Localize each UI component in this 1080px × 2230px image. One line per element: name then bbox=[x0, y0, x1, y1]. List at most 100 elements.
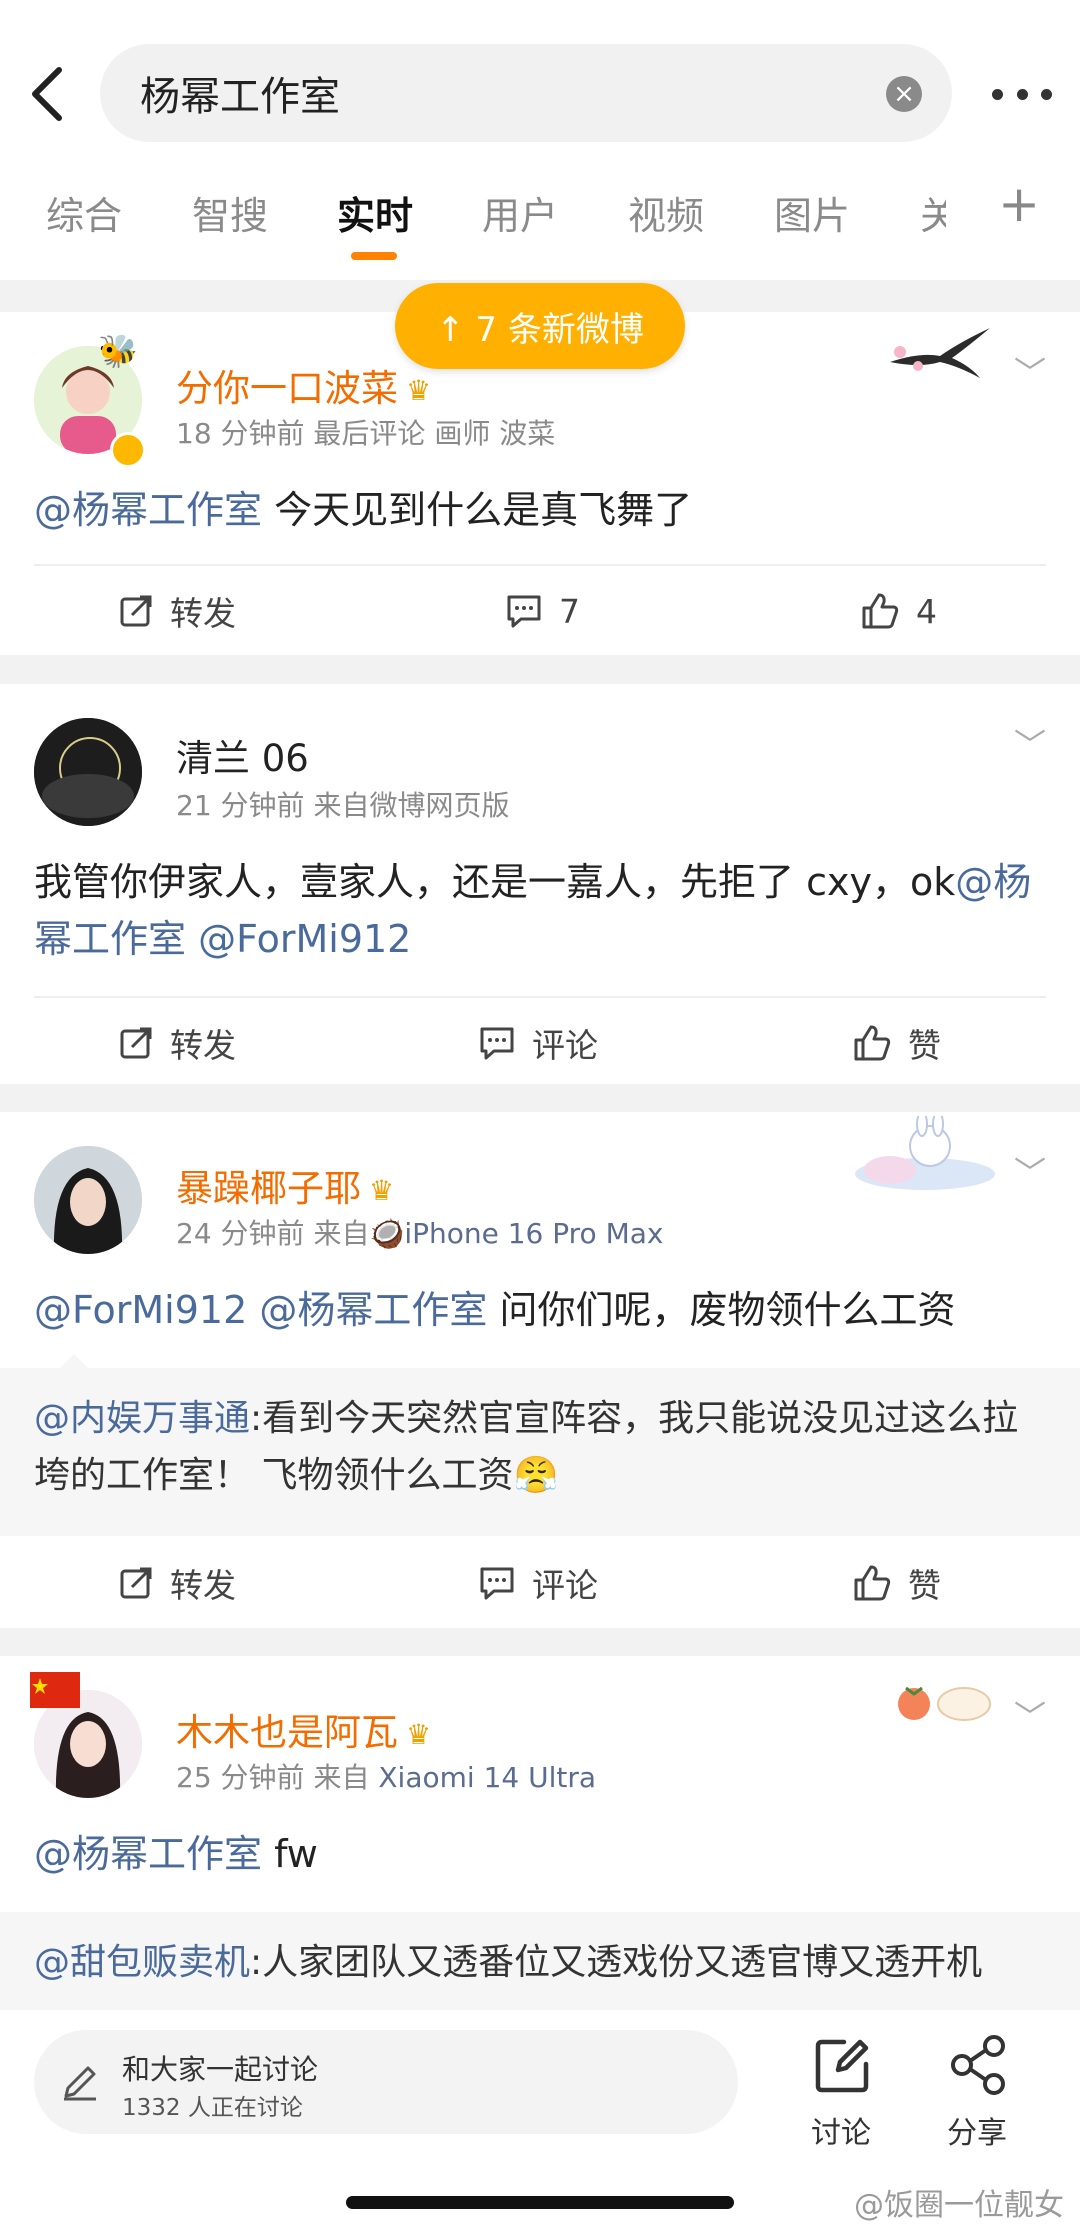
post-meta: 25 分钟前 来自 Xiaomi 14 Ultra bbox=[176, 1756, 596, 1796]
post-text: 我管你伊家人，壹家人，还是一嘉人，先拒了 cxy，ok@杨幂工作室 @ForMi… bbox=[34, 854, 1044, 968]
repost-label: 转发 bbox=[170, 1566, 236, 1605]
repost-button[interactable]: 转发 bbox=[118, 1538, 236, 1628]
mention-link[interactable]: @甜包贩卖机 bbox=[34, 1942, 250, 1983]
search-query: 杨幂工作室 bbox=[140, 74, 340, 120]
discuss-button[interactable]: 讨论 bbox=[786, 2030, 896, 2151]
like-count: 4 bbox=[916, 591, 937, 631]
quoted-post[interactable]: @甜包贩卖机:人家团队又透番位又透戏份又透官博又透开机 bbox=[0, 1912, 1080, 2016]
like-icon bbox=[854, 1025, 891, 1061]
coconut-icon: 🥥 bbox=[369, 1217, 405, 1250]
tab-bar: 综合 智搜 实时 用户 视频 图片 关 + bbox=[0, 175, 1080, 265]
comment-count: 7 bbox=[559, 591, 580, 631]
quoted-text: @甜包贩卖机:人家团队又透番位又透戏份又透官博又透开机 bbox=[34, 1934, 1044, 1991]
post-card: 清兰 06 21 分钟前 来自微博网页版 ﹀ 我管你伊家人，壹家人，还是一嘉人，… bbox=[0, 684, 1080, 1084]
repost-icon bbox=[120, 595, 152, 627]
search-input[interactable]: 杨幂工作室 × bbox=[100, 44, 952, 142]
tab-comprehensive[interactable]: 综合 bbox=[46, 185, 122, 240]
add-tab-icon[interactable]: + bbox=[998, 175, 1040, 233]
user-name-text: 分你一口波菜 bbox=[176, 367, 398, 410]
post-body: 问你们呢，废物领什么工资 bbox=[487, 1288, 956, 1332]
discuss-label: 讨论 bbox=[811, 2116, 871, 2151]
compose-icon bbox=[815, 2039, 869, 2093]
mention-link[interactable]: @ForMi912 bbox=[198, 917, 411, 961]
post-text: @杨幂工作室 今天见到什么是真飞舞了 bbox=[34, 482, 1044, 539]
comment-label: 评论 bbox=[532, 1026, 598, 1065]
share-label: 分享 bbox=[947, 2116, 1007, 2151]
swallow-decoration-icon bbox=[880, 322, 1000, 382]
post-time: 24 分钟前 bbox=[176, 1217, 305, 1250]
mention-link[interactable]: @杨幂工作室 bbox=[259, 1288, 487, 1332]
vip-crown-icon: ♛ bbox=[406, 374, 432, 407]
post-source[interactable]: Xiaomi 14 Ultra bbox=[378, 1761, 596, 1794]
user-name[interactable]: 暴躁椰子耶 ♛ bbox=[176, 1158, 394, 1212]
like-button[interactable]: 4 bbox=[860, 566, 937, 656]
like-icon bbox=[854, 1565, 891, 1601]
user-name[interactable]: 分你一口波菜 ♛ bbox=[176, 358, 431, 412]
discussion-composer[interactable]: 和大家一起讨论 1332 人正在讨论 bbox=[34, 2030, 738, 2134]
mention-link[interactable]: @内娱万事通 bbox=[34, 1398, 250, 1439]
post-meta: 18 分钟前 最后评论 画师 波菜 bbox=[176, 417, 556, 450]
vip-crown-icon: ♛ bbox=[406, 1718, 432, 1751]
comment-button[interactable]: 评论 bbox=[478, 1538, 598, 1628]
action-bar: 转发 7 4 bbox=[0, 566, 1080, 656]
like-button[interactable]: 赞 bbox=[852, 998, 941, 1088]
bee-icon: 🐝 bbox=[98, 332, 138, 370]
post-meta: 24 分钟前 来自🥥iPhone 16 Pro Max bbox=[176, 1212, 663, 1252]
tab-videos[interactable]: 视频 bbox=[628, 185, 704, 240]
repost-button[interactable]: 转发 bbox=[118, 566, 236, 656]
verified-badge bbox=[110, 432, 146, 468]
comment-button[interactable]: 7 bbox=[505, 566, 580, 656]
back-icon[interactable] bbox=[22, 62, 70, 126]
repost-icon bbox=[120, 1567, 152, 1599]
composer-title: 和大家一起讨论 bbox=[122, 2053, 319, 2086]
tab-images[interactable]: 图片 bbox=[774, 185, 850, 240]
post-meta: 21 分钟前 来自微博网页版 bbox=[176, 784, 509, 824]
more-icon[interactable] bbox=[992, 82, 1052, 106]
share-button[interactable]: 分享 bbox=[922, 2030, 1032, 2151]
post-source-prefix: 来自 bbox=[313, 1761, 370, 1794]
post-body: fw bbox=[262, 1832, 318, 1876]
quoted-body: :人家团队又透番位又透戏份又透官博又透开机 bbox=[250, 1942, 983, 1983]
post-time: 21 分钟前 bbox=[176, 789, 305, 822]
quoted-post[interactable]: @内娱万事通:看到今天突然官宣阵容，我只能说没见过这么拉垮的工作室！ 飞物领什么… bbox=[0, 1354, 1080, 1536]
mention-link[interactable]: @ForMi912 bbox=[34, 1288, 247, 1332]
share-icon bbox=[951, 2035, 1005, 2095]
repost-button[interactable]: 转发 bbox=[118, 998, 236, 1088]
top-bar: 杨幂工作室 × 综合 智搜 实时 用户 视频 图片 关 + bbox=[0, 0, 1080, 280]
emoji-icon: 😤 bbox=[513, 1455, 559, 1496]
like-button[interactable]: 赞 bbox=[852, 1538, 941, 1628]
tab-follow[interactable]: 关 bbox=[920, 185, 946, 240]
post-source: 来自微博网页版 bbox=[313, 789, 510, 822]
pencil-icon bbox=[64, 2066, 96, 2101]
comment-button[interactable]: 评论 bbox=[478, 998, 598, 1088]
avatar[interactable] bbox=[34, 1146, 142, 1254]
chevron-down-icon[interactable]: ﹀ bbox=[1014, 1148, 1046, 1194]
tab-users[interactable]: 用户 bbox=[482, 185, 558, 240]
repost-label: 转发 bbox=[170, 594, 236, 633]
user-name[interactable]: 清兰 06 bbox=[176, 728, 309, 782]
vip-crown-icon: ♛ bbox=[369, 1174, 395, 1207]
post-card: 木木也是阿瓦 ♛ 25 分钟前 来自 Xiaomi 14 Ultra ﹀ @杨幂工… bbox=[0, 1656, 1080, 2016]
repost-label: 转发 bbox=[170, 1026, 236, 1065]
comment-icon bbox=[480, 1027, 514, 1060]
tab-smart-search[interactable]: 智搜 bbox=[192, 185, 268, 240]
new-posts-button[interactable]: ↑ 7 条新微博 bbox=[395, 283, 685, 369]
post-source[interactable]: iPhone 16 Pro Max bbox=[404, 1217, 663, 1250]
mention-link[interactable]: @杨幂工作室 bbox=[34, 488, 262, 532]
composer-subtitle: 1332 人正在讨论 bbox=[122, 2095, 303, 2121]
post-time: 25 分钟前 bbox=[176, 1761, 305, 1794]
comment-label: 评论 bbox=[532, 1566, 598, 1605]
chevron-down-icon[interactable]: ﹀ bbox=[1014, 720, 1046, 766]
tab-realtime[interactable]: 实时 bbox=[337, 185, 413, 260]
post-text: @杨幂工作室 fw bbox=[34, 1826, 1044, 1883]
home-indicator[interactable] bbox=[346, 2196, 734, 2209]
like-label: 赞 bbox=[908, 1566, 941, 1605]
flag-icon bbox=[30, 1672, 80, 1712]
user-name[interactable]: 木木也是阿瓦 ♛ bbox=[176, 1702, 431, 1756]
chevron-down-icon[interactable]: ﹀ bbox=[1014, 348, 1046, 394]
clear-icon[interactable]: × bbox=[886, 76, 922, 112]
chevron-down-icon[interactable]: ﹀ bbox=[1014, 1692, 1046, 1738]
user-name-text: 暴躁椰子耶 bbox=[176, 1167, 361, 1210]
mention-link[interactable]: @杨幂工作室 bbox=[34, 1832, 262, 1876]
avatar[interactable] bbox=[34, 718, 142, 826]
